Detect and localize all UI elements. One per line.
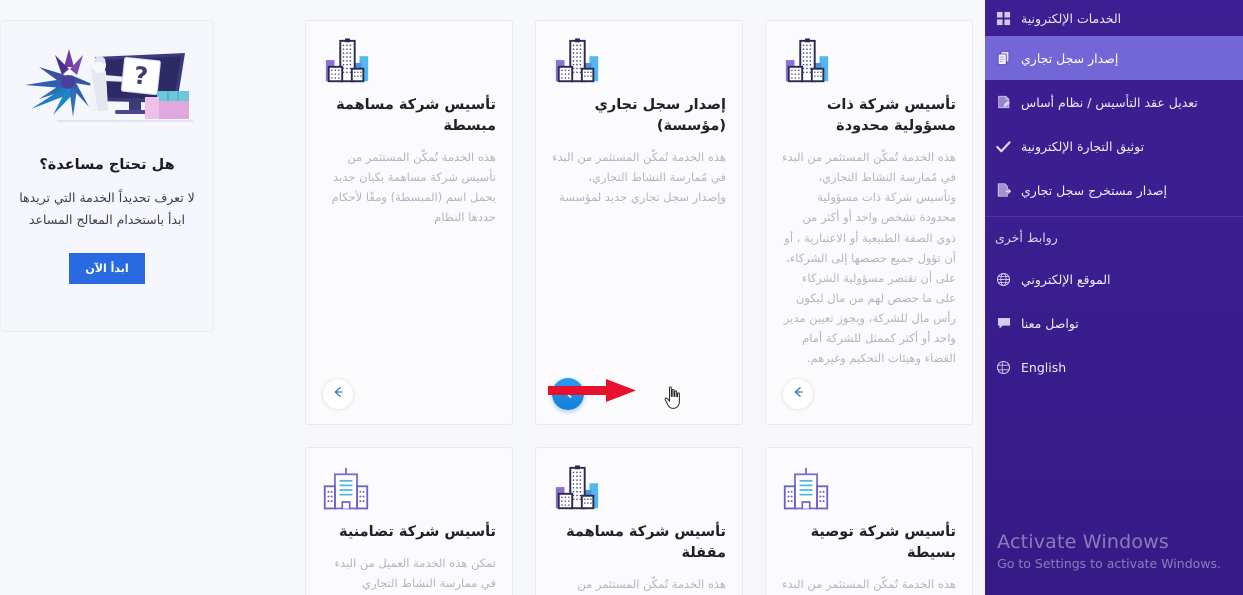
grid-icon	[995, 10, 1012, 27]
city-buildings-icon	[552, 35, 602, 87]
svg-text:?: ?	[133, 61, 150, 90]
sidebar-header-label: الخدمات الإلكترونية	[1021, 10, 1122, 26]
app-root: الخدمات الإلكترونية إصدار سجل تجاري تعدي…	[0, 0, 1243, 595]
sidebar-item-label: إصدار سجل تجاري	[1021, 50, 1119, 66]
service-card-general-partnership[interactable]: تأسيس شركة تضامنية تمكن هذه الخدمة العمي…	[305, 447, 513, 595]
windows-activation-watermark: Activate Windows Go to Settings to activ…	[997, 530, 1221, 573]
services-card-grid: تأسيس شركة ذات مسؤولية محدودة هذه الخدمة…	[214, 12, 973, 595]
service-card-description: تمكن هذه الخدمة العميل من البدء في ممارس…	[334, 556, 496, 591]
help-panel-title: هل تحتاج مساعدة؟	[39, 157, 175, 173]
sidebar-item-label: إصدار مستخرج سجل تجاري	[1021, 182, 1167, 198]
service-card-arrow-button[interactable]	[322, 378, 354, 410]
service-card-description: هذه الخدمة تُمكّن المستثمر من البدء في م…	[782, 577, 956, 592]
office-building-outline-icon	[782, 462, 830, 514]
service-card-title: تأسيس شركة تضامنية	[339, 524, 496, 540]
service-card-arrow-button-selected[interactable]	[552, 378, 584, 410]
start-now-button[interactable]: ابدأ الآن	[69, 252, 145, 284]
city-buildings-icon	[322, 35, 372, 87]
sidebar-item-ecommerce-auth[interactable]: توثيق التجارة الإلكترونية	[985, 124, 1243, 168]
service-card-title: إصدار سجل تجاري (مؤسسة)	[594, 97, 726, 135]
arrow-left-icon	[560, 384, 577, 405]
city-buildings-icon	[782, 35, 832, 87]
service-card-title: تأسيس شركة مساهمة مبسطة	[336, 97, 496, 135]
service-card-title: تأسيس شركة توصية بسيطة	[810, 524, 956, 562]
sidebar-other-links-title: روابط أخرى	[985, 217, 1243, 257]
sidebar-item-label: الموقع الإلكتروني	[1021, 271, 1111, 287]
sidebar-item-label: تعديل عقد التأسيس / نظام أساس	[1021, 94, 1198, 110]
help-panel-description: لا تعرف تحديداً الخدمة التي تريدها ابدأ …	[19, 190, 195, 227]
service-card-description: هذه الخدمة تُمكّن المستثمر من البدء في م…	[552, 150, 726, 205]
sidebar-item-language-english[interactable]: English	[985, 345, 1243, 389]
documents-icon	[995, 50, 1012, 67]
sidebar-item-label: تواصل معنا	[1021, 315, 1079, 331]
sidebar-header: الخدمات الإلكترونية	[985, 0, 1243, 36]
service-card-commercial-registration[interactable]: إصدار سجل تجاري (مؤسسة) هذه الخدمة تُمكّ…	[535, 20, 743, 425]
language-globe-icon	[995, 359, 1012, 376]
service-card-limited-partnership[interactable]: تأسيس شركة توصية بسيطة هذه الخدمة تُمكّن…	[765, 447, 973, 595]
globe-icon	[995, 271, 1012, 288]
sidebar: الخدمات الإلكترونية إصدار سجل تجاري تعدي…	[985, 0, 1243, 595]
document-export-icon	[995, 182, 1012, 199]
watermark-title: Activate Windows	[997, 531, 1170, 553]
service-card-title: تأسيس شركة مساهمة مقفلة	[566, 524, 726, 562]
office-building-outline-icon	[322, 462, 370, 514]
city-buildings-icon	[552, 462, 602, 514]
service-card-arrow-button[interactable]	[782, 378, 814, 410]
service-card-description: هذه الخدمة تُمكّن المستثمر من تأسيس شركة…	[331, 150, 496, 225]
service-card-description: هذه الخدمة تُمكّن المستثمر من البدء في م…	[782, 150, 956, 366]
service-card-title: تأسيس شركة ذات مسؤولية محدودة	[826, 97, 956, 135]
chat-icon	[995, 315, 1012, 332]
service-card-simplified-joint-stock[interactable]: تأسيس شركة مساهمة مبسطة هذه الخدمة تُمكّ…	[305, 20, 513, 425]
main-content: تأسيس شركة ذات مسؤولية محدودة هذه الخدمة…	[0, 0, 985, 595]
sidebar-item-website[interactable]: الموقع الإلكتروني	[985, 257, 1243, 301]
service-card-description: هذه الخدمة تُمكّن المستثمر من تأسيس شركة…	[577, 577, 726, 592]
sidebar-item-label: English	[1021, 359, 1067, 375]
arrow-left-icon	[790, 384, 806, 404]
sidebar-item-issue-commercial-registration[interactable]: إصدار سجل تجاري	[985, 36, 1243, 80]
sidebar-item-amend-articles[interactable]: تعديل عقد التأسيس / نظام أساس	[985, 80, 1243, 124]
arrow-left-icon	[330, 384, 346, 404]
service-card-llc[interactable]: تأسيس شركة ذات مسؤولية محدودة هذه الخدمة…	[765, 20, 973, 425]
edit-document-icon	[995, 94, 1012, 111]
check-icon	[995, 138, 1012, 155]
sidebar-item-label: توثيق التجارة الإلكترونية	[1021, 138, 1145, 154]
watermark-subtitle: Go to Settings to activate Windows.	[997, 556, 1221, 571]
other-links-label: روابط أخرى	[995, 229, 1058, 245]
sidebar-item-contact-us[interactable]: تواصل معنا	[985, 301, 1243, 345]
person-at-computer-with-question-illustration: ?	[17, 39, 197, 131]
sidebar-item-issue-extract[interactable]: إصدار مستخرج سجل تجاري	[985, 168, 1243, 212]
service-card-closed-joint-stock[interactable]: تأسيس شركة مساهمة مقفلة هذه الخدمة تُمكّ…	[535, 447, 743, 595]
help-panel: ? هل تحتاج مساعدة؟ لا تعرف تحديداً الخدم…	[0, 20, 214, 332]
